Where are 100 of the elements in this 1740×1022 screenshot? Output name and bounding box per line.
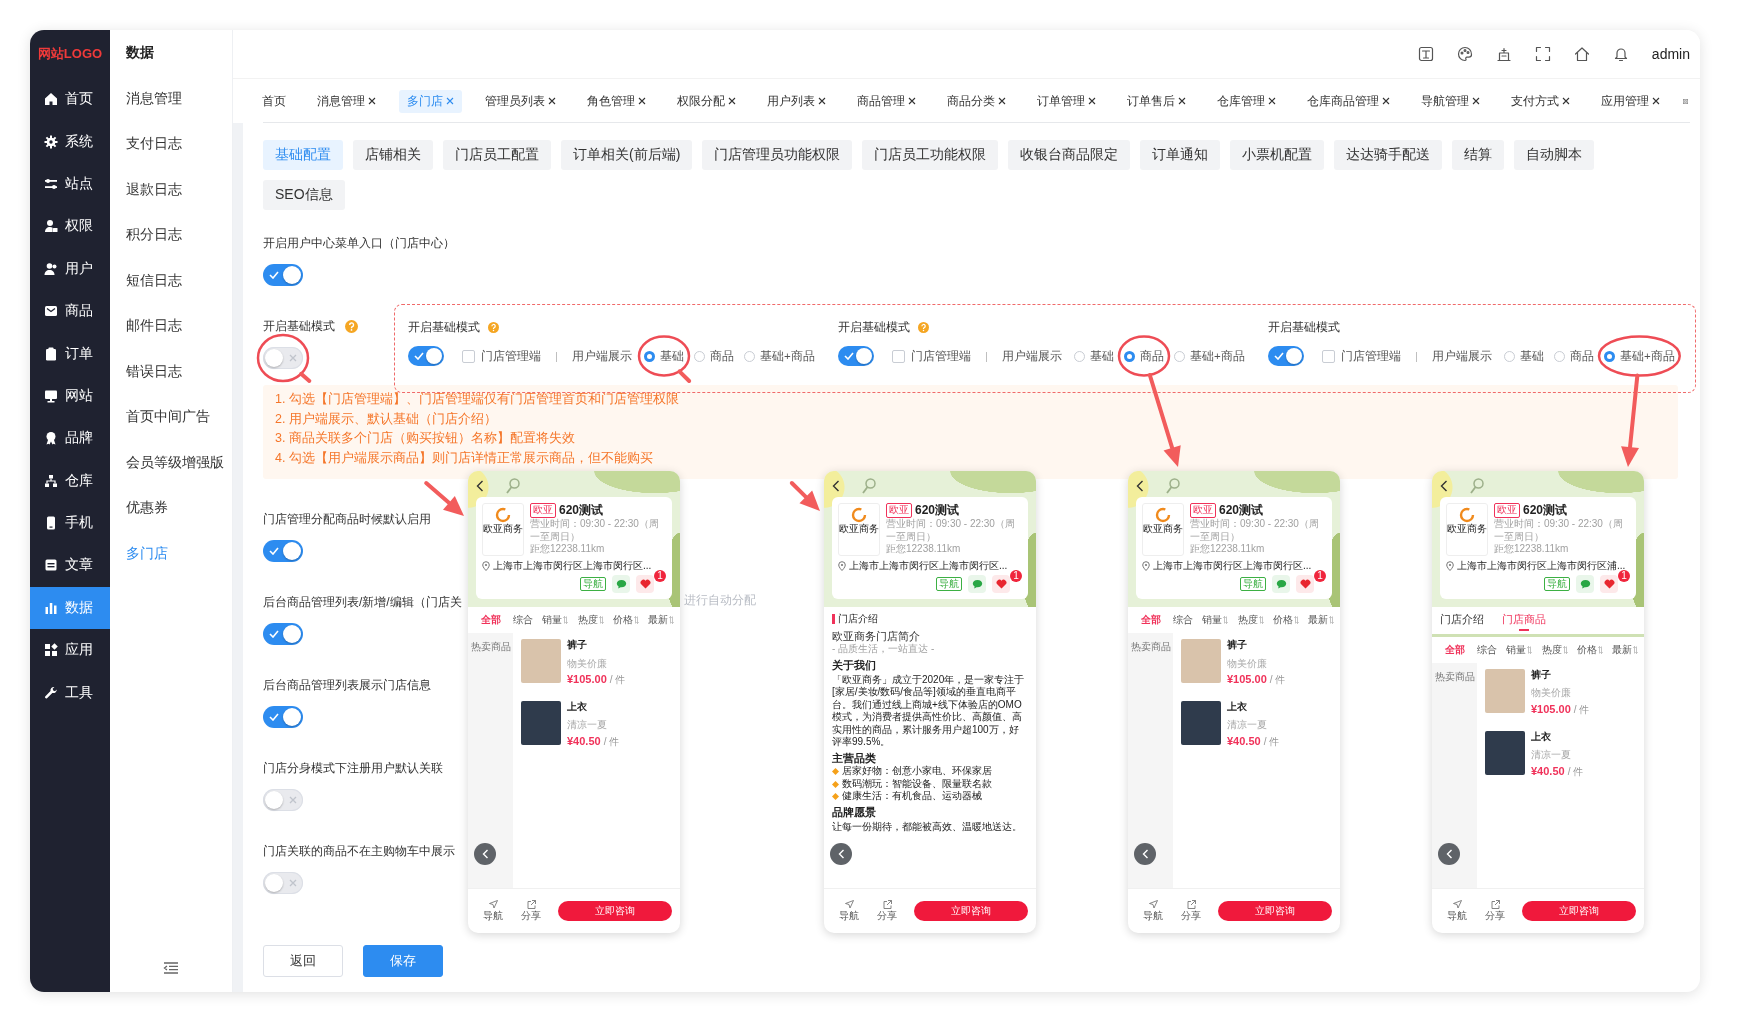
- navigation-button[interactable]: 导航: [1136, 899, 1170, 923]
- config-tab[interactable]: 达达骑手配送: [1334, 140, 1443, 170]
- sort-tab[interactable]: 综合: [1173, 613, 1193, 627]
- toggle-switch[interactable]: [838, 346, 874, 366]
- tab[interactable]: 角色管理: [579, 89, 654, 113]
- consult-button[interactable]: 立即咨询: [558, 901, 672, 921]
- sidebar-item[interactable]: 工具: [30, 671, 110, 714]
- close-icon[interactable]: [1652, 97, 1660, 105]
- logo[interactable]: 网站LOGO: [30, 30, 110, 78]
- checkbox[interactable]: [892, 349, 905, 363]
- sort-tab[interactable]: 全部: [1128, 613, 1173, 627]
- store-tab[interactable]: 门店介绍: [1440, 613, 1484, 631]
- menu-item[interactable]: 首页中间广告: [110, 394, 232, 440]
- radio-button[interactable]: [644, 350, 655, 362]
- tab[interactable]: 应用管理: [1593, 89, 1668, 113]
- sidebar-item[interactable]: 应用: [30, 629, 110, 672]
- tab[interactable]: 订单售后: [1119, 89, 1194, 113]
- store-tab[interactable]: 门店商品: [1502, 613, 1546, 631]
- close-icon[interactable]: [908, 97, 916, 105]
- config-tab[interactable]: 小票机配置: [1230, 140, 1325, 170]
- config-tab[interactable]: 门店员工功能权限: [862, 140, 999, 170]
- close-icon[interactable]: [728, 97, 736, 105]
- tab[interactable]: 首页: [254, 89, 294, 113]
- navigation-button[interactable]: 导航: [1440, 899, 1474, 923]
- sidebar-item[interactable]: 品牌: [30, 417, 110, 460]
- menu-item[interactable]: 邮件日志: [110, 303, 232, 349]
- config-tab[interactable]: 门店管理员功能权限: [702, 140, 853, 170]
- chevron-left-icon[interactable]: [1136, 480, 1144, 492]
- home-icon[interactable]: [1573, 46, 1590, 62]
- chat-button[interactable]: [1272, 575, 1290, 593]
- sort-tab[interactable]: 热度: [1237, 613, 1264, 627]
- sidebar-item[interactable]: 网站: [30, 374, 110, 418]
- sidebar-item[interactable]: 站点: [30, 162, 110, 206]
- sort-tab[interactable]: 综合: [513, 613, 533, 627]
- sort-tab[interactable]: 价格: [1272, 613, 1299, 627]
- radio-button[interactable]: [1174, 350, 1185, 362]
- toggle-switch[interactable]: [263, 347, 303, 369]
- category-item[interactable]: 热卖商品: [470, 641, 511, 652]
- consult-button[interactable]: 立即咨询: [1522, 901, 1636, 921]
- close-icon[interactable]: [998, 97, 1006, 105]
- sort-tab[interactable]: 最新: [648, 613, 674, 627]
- bell-icon[interactable]: [1612, 46, 1629, 62]
- config-tab[interactable]: 门店员工配置: [443, 140, 551, 170]
- favorite-button[interactable]: [992, 575, 1010, 593]
- tab[interactable]: 管理员列表: [477, 89, 564, 113]
- sidebar-item[interactable]: 首页: [30, 78, 110, 121]
- sort-tab[interactable]: 热度: [577, 613, 604, 627]
- toggle-switch[interactable]: [263, 872, 303, 894]
- sidebar-item[interactable]: 用户: [30, 247, 110, 290]
- close-icon[interactable]: [1562, 97, 1570, 105]
- radio-button[interactable]: [1124, 350, 1135, 362]
- tab[interactable]: 订单管理: [1029, 89, 1104, 113]
- menu-item[interactable]: 错误日志: [110, 349, 232, 395]
- toggle-switch[interactable]: [1268, 346, 1304, 366]
- close-icon[interactable]: [1382, 97, 1390, 105]
- tab[interactable]: 商品管理: [849, 89, 924, 113]
- toggle-switch[interactable]: [263, 706, 303, 728]
- share-button[interactable]: 分享: [1478, 899, 1512, 923]
- sort-tab[interactable]: 热度: [1541, 643, 1568, 656]
- sort-tab[interactable]: 最新: [1308, 613, 1334, 627]
- toggle-switch[interactable]: [263, 540, 303, 562]
- chevron-left-icon[interactable]: [476, 480, 484, 492]
- radio-button[interactable]: [694, 350, 705, 362]
- menu-item[interactable]: 支付日志: [110, 121, 232, 167]
- favorite-button[interactable]: [1600, 575, 1618, 593]
- share-button[interactable]: 分享: [1174, 899, 1208, 923]
- chat-button[interactable]: [1576, 575, 1594, 593]
- favorite-button[interactable]: [1296, 575, 1314, 593]
- building-icon[interactable]: [1495, 46, 1512, 62]
- checkbox[interactable]: [462, 349, 475, 363]
- sort-tab[interactable]: 全部: [1432, 643, 1477, 656]
- tab[interactable]: 消息管理: [309, 89, 384, 113]
- close-icon[interactable]: [1268, 97, 1276, 105]
- close-icon[interactable]: [638, 97, 646, 105]
- close-icon[interactable]: [1472, 97, 1480, 105]
- config-tab[interactable]: 订单相关(前后端): [561, 140, 693, 170]
- chevron-left-icon[interactable]: [1440, 480, 1448, 492]
- menu-item[interactable]: 优惠券: [110, 485, 232, 531]
- menu-item[interactable]: 短信日志: [110, 258, 232, 304]
- close-icon[interactable]: [368, 97, 376, 105]
- navigation-button[interactable]: 导航: [476, 899, 510, 923]
- radio-button[interactable]: [1074, 350, 1085, 362]
- sidebar-item[interactable]: 权限: [30, 205, 110, 248]
- sort-tab[interactable]: 价格: [612, 613, 639, 627]
- back-button[interactable]: [830, 843, 852, 865]
- navigation-button[interactable]: 导航: [832, 899, 866, 923]
- config-tab[interactable]: 结算: [1452, 140, 1505, 170]
- back-button[interactable]: 返回: [263, 945, 343, 977]
- radio-button[interactable]: [1554, 350, 1565, 362]
- fullscreen-icon[interactable]: [1534, 46, 1551, 62]
- sidebar-item[interactable]: 手机: [30, 501, 110, 545]
- menu-item[interactable]: 退款日志: [110, 167, 232, 213]
- chat-button[interactable]: [612, 575, 630, 593]
- sort-tab[interactable]: 全部: [468, 613, 513, 627]
- menu-item[interactable]: 积分日志: [110, 212, 232, 258]
- config-tab[interactable]: SEO信息: [263, 180, 345, 210]
- sidebar-item[interactable]: 订单: [30, 332, 110, 375]
- radio-button[interactable]: [1504, 350, 1515, 362]
- toggle-switch[interactable]: [263, 623, 303, 645]
- toggle-switch[interactable]: [408, 346, 444, 366]
